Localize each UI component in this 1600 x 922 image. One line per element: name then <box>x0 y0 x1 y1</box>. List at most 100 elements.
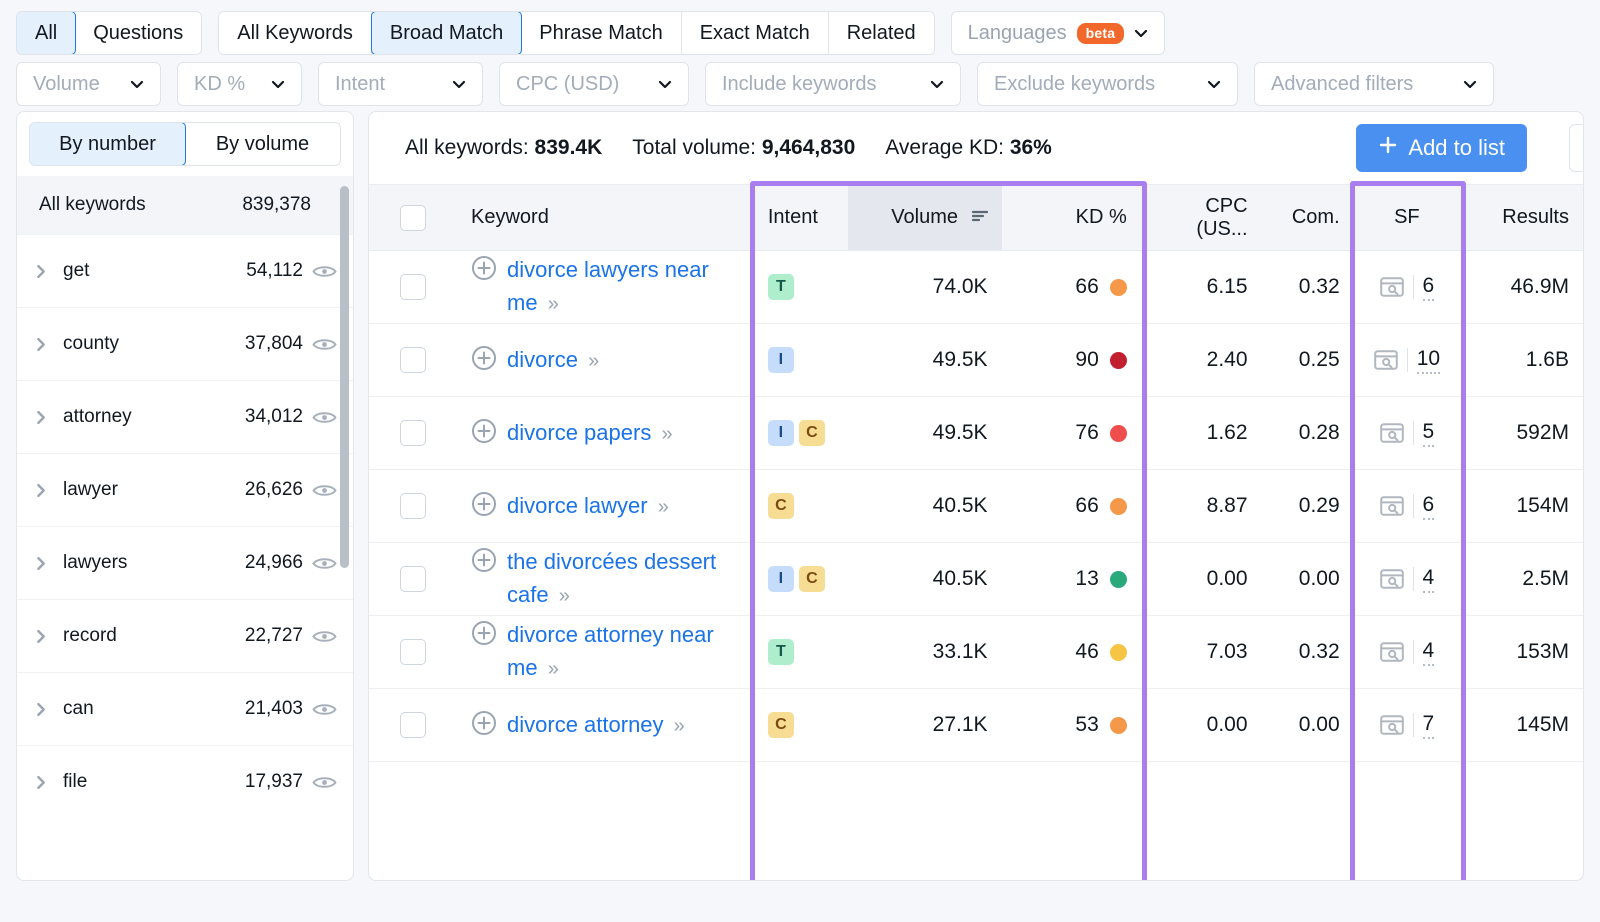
select-all-checkbox[interactable] <box>400 204 426 231</box>
row-select-cell[interactable] <box>369 250 458 324</box>
filter-volume[interactable]: Volume <box>16 62 161 106</box>
row-checkbox[interactable] <box>400 274 426 300</box>
serp-features-icon[interactable] <box>1379 276 1404 298</box>
row-checkbox[interactable] <box>400 420 426 446</box>
add-keyword-icon[interactable] <box>471 255 497 287</box>
sidebar-scrollbar[interactable] <box>340 186 349 568</box>
row-checkbox[interactable] <box>400 347 426 373</box>
keyword-link[interactable]: the divorcées dessert cafe » <box>507 545 740 613</box>
filter-kd[interactable]: KD % <box>177 62 302 106</box>
intent-badge-I[interactable]: I <box>767 347 794 373</box>
chevron-right-icon[interactable] <box>33 483 55 498</box>
sf-count[interactable]: 4 <box>1422 639 1435 666</box>
table-row[interactable]: divorce lawyers near me » T 74.0K 66 6.15 0.3… <box>369 250 1583 324</box>
filter-intent[interactable]: Intent <box>318 62 483 106</box>
languages-dropdown[interactable]: Languages beta <box>950 11 1166 55</box>
intent-badge-C[interactable]: C <box>798 420 825 446</box>
row-select-cell[interactable] <box>369 688 458 762</box>
add-keyword-icon[interactable] <box>471 491 497 523</box>
header-select-all[interactable] <box>369 184 458 251</box>
chevron-right-icon[interactable] <box>33 629 55 644</box>
sf-count[interactable]: 6 <box>1422 493 1435 520</box>
row-select-cell[interactable] <box>369 469 458 543</box>
row-select-cell[interactable] <box>369 396 458 470</box>
add-keyword-icon[interactable] <box>471 418 497 450</box>
row-checkbox[interactable] <box>400 712 426 738</box>
header-volume[interactable]: Volume <box>848 184 1002 251</box>
table-row[interactable]: divorce papers » I C 49.5K 76 1.62 0.28 5 592M <box>369 396 1583 470</box>
filter-advanced[interactable]: Advanced filters <box>1254 62 1494 106</box>
keyword-link[interactable]: divorce papers » <box>507 416 673 451</box>
sf-count[interactable]: 5 <box>1422 420 1435 447</box>
serp-features-icon[interactable] <box>1379 641 1404 663</box>
add-to-list-button[interactable]: Add to list <box>1356 124 1527 172</box>
eye-icon[interactable] <box>303 628 337 645</box>
sidebar-item-record[interactable]: record 22,727 <box>17 599 353 672</box>
eye-icon[interactable] <box>303 555 337 572</box>
header-kd[interactable]: KD % <box>1001 184 1141 251</box>
table-row[interactable]: divorce lawyer » C 40.5K 66 8.87 0.29 6 154M <box>369 469 1583 543</box>
tab-all[interactable]: All <box>17 12 77 54</box>
header-cpc[interactable]: CPC (US... <box>1140 184 1262 251</box>
table-row[interactable]: divorce attorney » C 27.1K 53 0.00 0.00 7 145M <box>369 688 1583 762</box>
keyword-link[interactable]: divorce lawyers near me » <box>507 253 740 321</box>
chevron-right-icon[interactable] <box>33 264 55 279</box>
sidebar-toggle-by-volume[interactable]: By volume <box>185 123 340 165</box>
intent-badge-C[interactable]: C <box>798 566 825 592</box>
double-chevron-icon[interactable]: » <box>555 585 570 607</box>
sidebar-item-lawyer[interactable]: lawyer 26,626 <box>17 453 353 526</box>
eye-icon[interactable] <box>303 409 337 426</box>
serp-features-icon[interactable] <box>1379 422 1404 444</box>
intent-badge-C[interactable]: C <box>767 493 794 519</box>
intent-badge-I[interactable]: I <box>767 566 794 592</box>
sf-count[interactable]: 7 <box>1422 712 1435 739</box>
add-keyword-icon[interactable] <box>471 710 497 742</box>
add-keyword-icon[interactable] <box>471 345 497 377</box>
sidebar-item-attorney[interactable]: attorney 34,012 <box>17 380 353 453</box>
chevron-right-icon[interactable] <box>33 410 55 425</box>
double-chevron-icon[interactable]: » <box>544 658 559 680</box>
tab-related[interactable]: Related <box>828 12 934 54</box>
double-chevron-icon[interactable]: » <box>654 496 669 518</box>
eye-icon[interactable] <box>303 701 337 718</box>
eye-icon[interactable] <box>303 774 337 791</box>
intent-badge-C[interactable]: C <box>767 712 794 738</box>
sidebar-item-county[interactable]: county 37,804 <box>17 307 353 380</box>
chevron-right-icon[interactable] <box>33 775 55 790</box>
eye-icon[interactable] <box>303 336 337 353</box>
row-checkbox[interactable] <box>400 639 426 665</box>
add-keyword-icon[interactable] <box>471 547 497 579</box>
filter-include-keywords[interactable]: Include keywords <box>705 62 961 106</box>
header-intent[interactable]: Intent <box>753 184 849 251</box>
tab-phrase-match[interactable]: Phrase Match <box>521 12 682 54</box>
row-select-cell[interactable] <box>369 323 458 397</box>
keyword-link[interactable]: divorce lawyer » <box>507 489 669 524</box>
intent-badge-T[interactable]: T <box>767 274 794 300</box>
filter-exclude-keywords[interactable]: Exclude keywords <box>977 62 1238 106</box>
double-chevron-icon[interactable]: » <box>670 715 685 737</box>
sf-count[interactable]: 4 <box>1422 566 1435 593</box>
double-chevron-icon[interactable]: » <box>584 350 599 372</box>
table-row[interactable]: the divorcées dessert cafe » I C 40.5K 13 0.0… <box>369 542 1583 616</box>
header-results[interactable]: Results <box>1460 184 1583 251</box>
sidebar-item-get[interactable]: get 54,112 <box>17 234 353 307</box>
header-sf[interactable]: SF <box>1353 184 1461 251</box>
double-chevron-icon[interactable]: » <box>544 293 559 315</box>
chevron-right-icon[interactable] <box>33 337 55 352</box>
header-com[interactable]: Com. <box>1261 184 1354 251</box>
table-row[interactable]: divorce attorney near me » T 33.1K 46 7.03 0.… <box>369 615 1583 689</box>
sidebar-toggle-by-number[interactable]: By number <box>30 123 186 165</box>
serp-features-icon[interactable] <box>1379 568 1404 590</box>
eye-icon[interactable] <box>303 263 337 280</box>
table-row[interactable]: divorce » I 49.5K 90 2.40 0.25 10 1.6B <box>369 323 1583 397</box>
row-select-cell[interactable] <box>369 542 458 616</box>
tab-all-keywords[interactable]: All Keywords <box>219 12 372 54</box>
panel-overflow-button[interactable] <box>1569 124 1583 172</box>
serp-features-icon[interactable] <box>1373 349 1398 371</box>
tab-questions[interactable]: Questions <box>75 12 202 54</box>
row-checkbox[interactable] <box>400 566 426 592</box>
intent-badge-I[interactable]: I <box>767 420 794 446</box>
tab-broad-match[interactable]: Broad Match <box>370 12 523 54</box>
sf-count[interactable]: 10 <box>1416 347 1441 374</box>
chevron-right-icon[interactable] <box>33 556 55 571</box>
